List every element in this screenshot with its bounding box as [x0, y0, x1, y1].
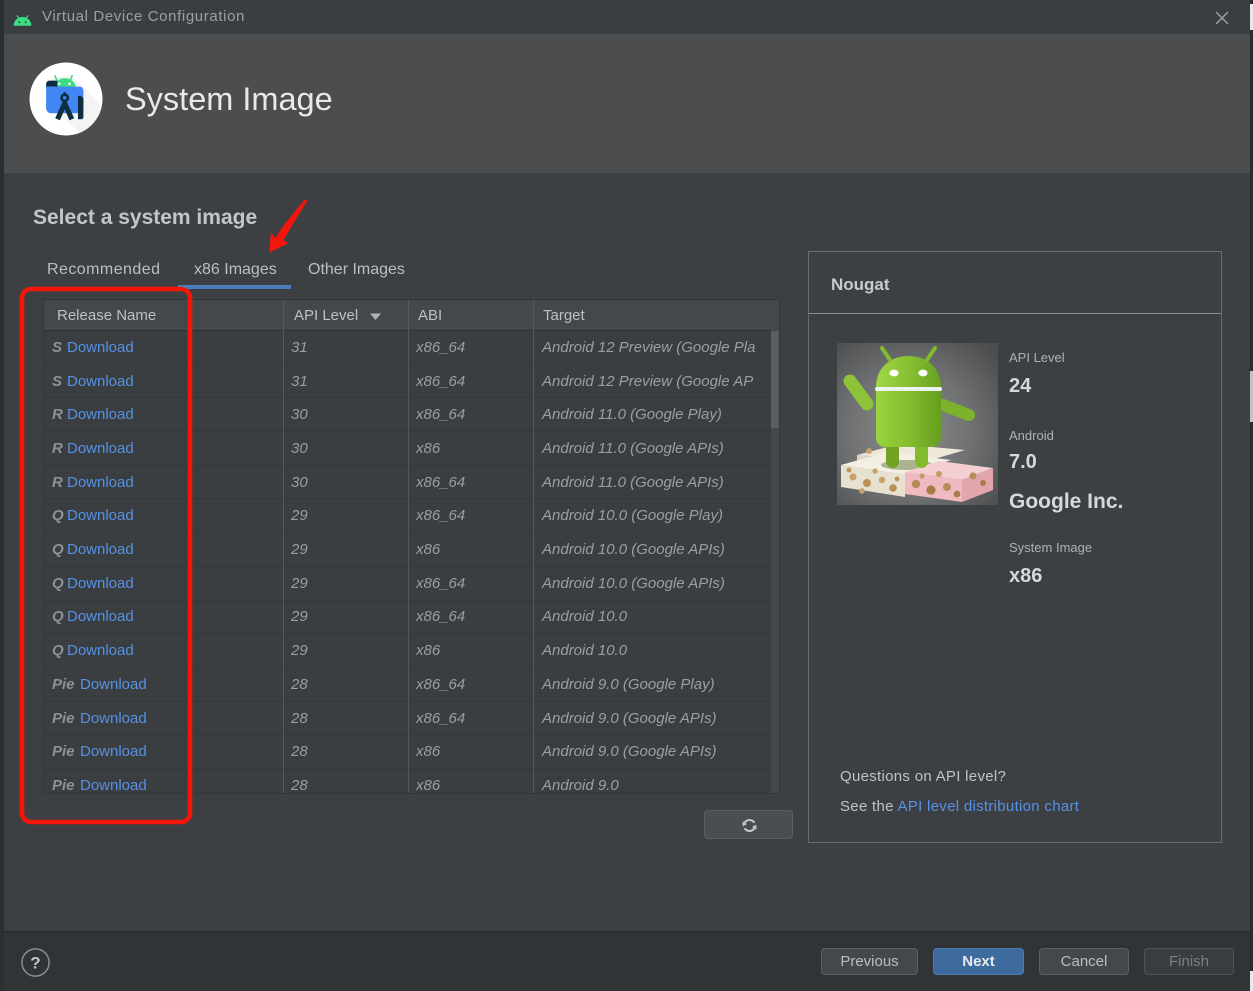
svg-text:?: ?: [30, 954, 40, 973]
